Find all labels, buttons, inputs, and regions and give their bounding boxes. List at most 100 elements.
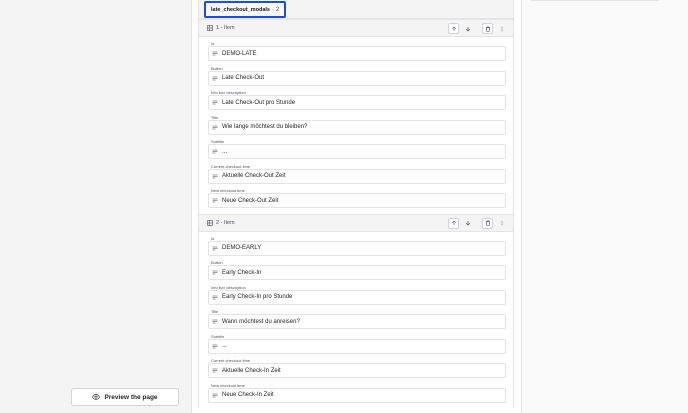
field-value: ... [222, 343, 228, 349]
form-field: Button Late Check-Out [207, 65, 506, 90]
text-input[interactable]: Aktuelle Check-In Zeit [208, 363, 506, 378]
text-input[interactable]: Neue Check-Out Zeit [208, 193, 506, 208]
item-fields: Id DEMO-LATE Button Late Check-Out Info … [199, 37, 513, 214]
form-field: Subtitle ... [207, 333, 506, 358]
text-lines-icon [212, 295, 218, 299]
form-field: Id DEMO-EARLY [207, 235, 506, 260]
text-input[interactable]: Late Check-Out [208, 70, 506, 86]
text-lines-icon [212, 125, 218, 129]
item-header[interactable]: 1 - Item [199, 19, 513, 37]
field-label: Current checkout time [211, 163, 251, 169]
text-input[interactable]: Wann möchtest du anreisen? [208, 314, 506, 329]
text-lines-icon [212, 100, 218, 105]
preview-page-label: Preview the page [104, 393, 158, 401]
text-input[interactable]: Aktuelle Check-Out Zeit [208, 168, 506, 184]
form-field: Current checkout time Aktuelle Check-Out… [207, 163, 506, 188]
tab-separator: · [272, 6, 274, 13]
text-lines-icon [212, 51, 218, 56]
list-item: 1 - Item Id DEMO-LATE Button Late Check-… [199, 19, 513, 214]
text-input[interactable]: DEMO-EARLY [208, 240, 506, 256]
right-pane [522, 0, 688, 413]
move-down-button[interactable] [462, 218, 473, 229]
text-input[interactable]: DEMO-LATE [208, 46, 506, 61]
grid-icon [207, 219, 213, 226]
drag-handle[interactable] [496, 218, 507, 229]
field-label: New checkout time [211, 382, 245, 388]
text-lines-icon [212, 198, 218, 203]
field-tab-bar: late_checkout_modals · 2 [198, 0, 514, 19]
left-pane: Preview the page [0, 0, 191, 413]
field-label: Info box description [211, 284, 246, 290]
field-value: Early Check-In pro Stunde [222, 294, 293, 300]
arrow-down-icon [465, 221, 470, 226]
arrow-up-icon [451, 26, 456, 31]
field-label: Title [211, 114, 219, 120]
grid-icon [207, 25, 213, 31]
field-value: Aktuelle Check-Out Zeit [222, 173, 286, 179]
arrow-down-icon [465, 26, 470, 31]
field-value: Aktuelle Check-In Zeit [222, 367, 281, 374]
text-input[interactable]: Late Check-Out pro Stunde [208, 95, 506, 110]
form-field: New checkout time Neue Check-Out Zeit [207, 187, 506, 212]
delete-item-button[interactable] [482, 217, 493, 229]
drag-handle-icon [500, 26, 503, 31]
text-input[interactable]: Neue Check-In Zeit [208, 387, 506, 403]
text-lines-icon [212, 393, 218, 397]
list-item: 2 - Item Id DEMO-EARLY Button Early Chec… [199, 213, 513, 409]
text-lines-icon [212, 174, 218, 178]
form-field: Id DEMO-LATE [207, 40, 506, 65]
trash-icon [485, 220, 490, 226]
trash-icon [485, 26, 490, 32]
delete-item-button[interactable] [482, 23, 493, 34]
drag-handle-icon [500, 220, 503, 226]
record-editor: late_checkout_modals · 2 1 - Item Id DEM… [191, 0, 522, 413]
move-down-button[interactable] [462, 23, 473, 34]
form-field: Title Wie lange möchtest du bleiben? [207, 114, 506, 139]
text-lines-icon [212, 270, 218, 275]
preview-page-button[interactable]: Preview the page [71, 388, 179, 406]
field-value: Early Check-In [222, 269, 262, 276]
text-lines-icon [212, 76, 218, 80]
text-input[interactable]: Early Check-In [208, 265, 506, 280]
item-fields: Id DEMO-EARLY Button Early Check-In Info… [199, 232, 513, 409]
field-value: Wie lange möchtest du bleiben? [222, 124, 308, 130]
item-controls [448, 23, 507, 34]
field-value: Neue Check-In Zeit [222, 392, 274, 398]
form-field: Subtitle ... [207, 138, 506, 163]
field-value: Neue Check-Out Zeit [222, 197, 279, 204]
form-field: Button Early Check-In [207, 259, 506, 284]
item-header[interactable]: 2 - Item [199, 213, 513, 232]
move-up-button[interactable] [448, 23, 459, 34]
move-up-button[interactable] [448, 217, 459, 229]
divider [531, 0, 659, 1]
field-value: Wann möchtest du anreisen? [222, 318, 300, 325]
text-lines-icon [212, 246, 218, 250]
tab-late-checkout-modals[interactable]: late_checkout_modals · 2 [204, 1, 287, 18]
item-title: 2 - Item [216, 219, 235, 226]
eye-icon [92, 394, 101, 400]
form-field: Info box description Early Check-In pro … [207, 284, 506, 309]
field-label: Id [211, 235, 215, 241]
field-value: ... [222, 148, 228, 155]
drag-handle[interactable] [496, 23, 507, 34]
field-value: DEMO-EARLY [222, 245, 262, 251]
text-input[interactable]: ... [208, 144, 506, 159]
text-lines-icon [212, 344, 218, 348]
text-lines-icon [212, 149, 218, 154]
item-controls [448, 217, 507, 229]
field-value: Late Check-Out pro Stunde [222, 99, 296, 106]
text-input[interactable]: Early Check-In pro Stunde [208, 289, 506, 305]
form-field: Info box description Late Check-Out pro … [207, 89, 506, 114]
text-lines-icon [212, 368, 218, 373]
field-value: DEMO-LATE [222, 50, 257, 57]
text-lines-icon [212, 319, 218, 324]
item-title: 1 - Item [216, 25, 235, 31]
text-input[interactable]: ... [208, 338, 506, 354]
tab-count: 2 [275, 6, 280, 13]
item-list: 1 - Item Id DEMO-LATE Button Late Check-… [198, 19, 514, 408]
tab-name: late_checkout_modals [211, 6, 270, 13]
field-value: Late Check-Out [222, 75, 265, 81]
text-input[interactable]: Wie lange möchtest du bleiben? [208, 119, 506, 135]
arrow-up-icon [451, 220, 456, 225]
field-label: Subtitle [211, 333, 225, 339]
